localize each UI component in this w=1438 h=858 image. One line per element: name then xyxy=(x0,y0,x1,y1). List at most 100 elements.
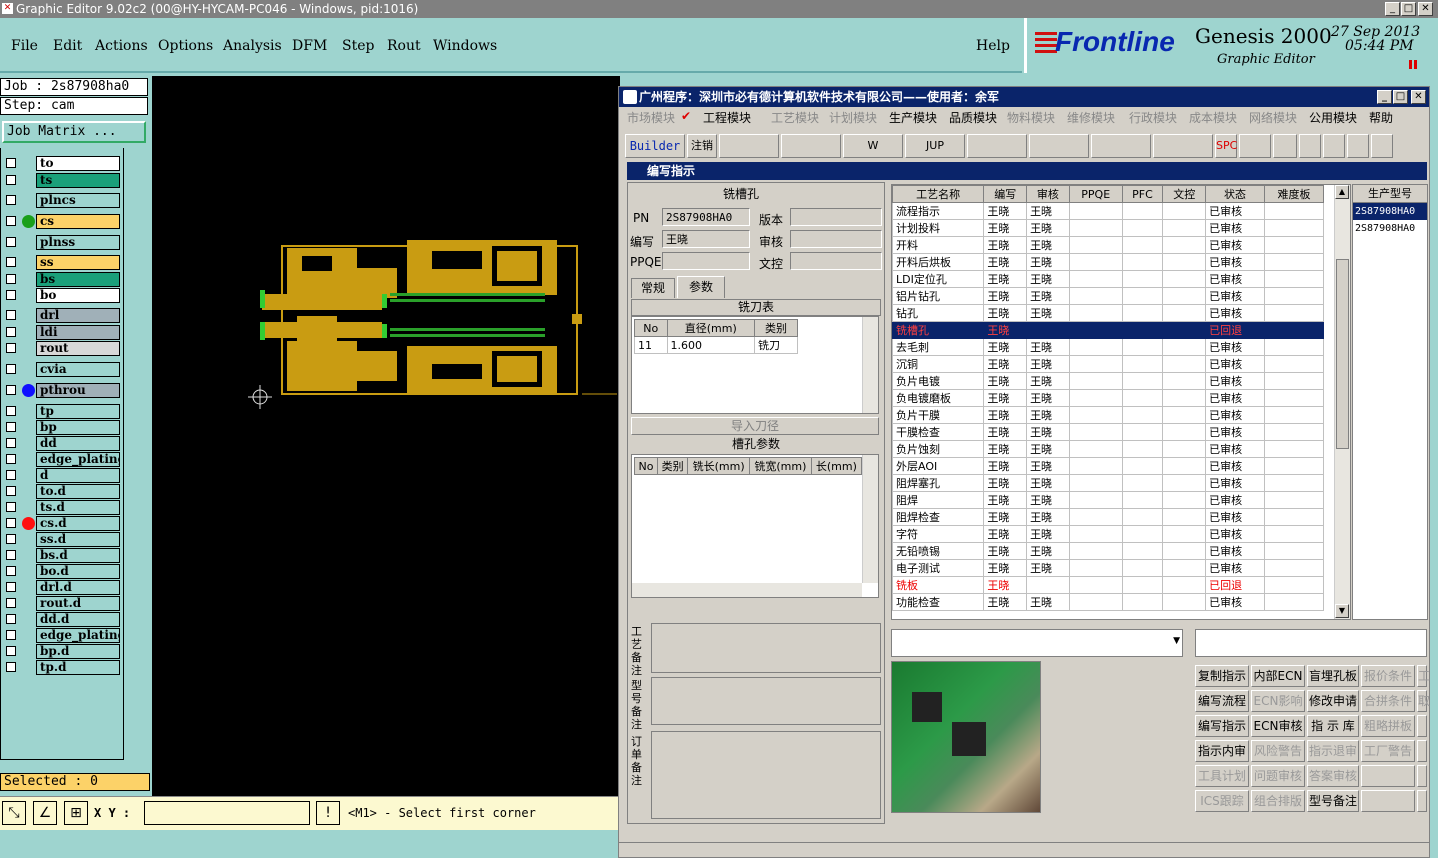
layer-row[interactable]: ldi xyxy=(4,325,120,340)
toolbar-button[interactable] xyxy=(1239,134,1271,158)
table-row[interactable]: 负电镀磨板 王晓 王晓 已审核 xyxy=(892,389,1324,407)
layer-checkbox[interactable] xyxy=(6,566,16,576)
layer-checkbox[interactable] xyxy=(6,438,16,448)
layer-checkbox[interactable] xyxy=(6,310,16,320)
toolbar-button[interactable] xyxy=(1347,134,1369,158)
process-header-cell[interactable]: 审核 xyxy=(1026,185,1070,203)
table-row[interactable]: 功能检查 王晓 王晓 已审核 xyxy=(892,593,1324,611)
layer-row[interactable]: dd.d xyxy=(4,612,120,627)
table-row[interactable]: 计划投料 王晓 王晓 已审核 xyxy=(892,219,1324,237)
dialog-close-button[interactable]: ✕ xyxy=(1411,90,1426,104)
layer-row[interactable]: bs.d xyxy=(4,548,120,563)
layer-row[interactable]: bo.d xyxy=(4,564,120,579)
layer-row[interactable]: ts.d xyxy=(4,500,120,515)
layer-row[interactable]: cs xyxy=(4,214,120,229)
action-button[interactable]: 组合排版 xyxy=(1251,790,1305,812)
layer-row[interactable]: rout.d xyxy=(4,596,120,611)
zoom-tool-icon[interactable]: ⤡ xyxy=(2,801,26,825)
layer-checkbox[interactable] xyxy=(6,534,16,544)
table-row[interactable]: 流程指示 王晓 王晓 已审核 xyxy=(892,202,1324,220)
module-tab[interactable]: 成本模块 xyxy=(1189,109,1237,126)
toolbar-button[interactable] xyxy=(719,134,779,158)
layer-checkbox[interactable] xyxy=(6,614,16,624)
action-button[interactable]: ICS跟踪 xyxy=(1195,790,1249,812)
process-header-cell[interactable]: 工艺名称 xyxy=(892,185,985,203)
action-button[interactable]: 答案审核 xyxy=(1307,765,1359,787)
module-tab[interactable]: 物料模块 xyxy=(1007,109,1055,126)
layer-row[interactable]: tp xyxy=(4,404,120,419)
layer-checkbox[interactable] xyxy=(6,290,16,300)
table-row[interactable]: 外层AOI 王晓 王晓 已审核 xyxy=(892,457,1324,475)
tab-general[interactable]: 常规 xyxy=(631,278,675,298)
module-tab[interactable]: 工程模块 xyxy=(703,109,751,126)
layer-row[interactable]: bp.d xyxy=(4,644,120,659)
action-button[interactable]: ECN影响 xyxy=(1251,690,1305,712)
module-tab[interactable]: 市场模块 xyxy=(627,109,675,126)
table-row[interactable]: 去毛刺 王晓 王晓 已审核 xyxy=(892,338,1324,356)
table-row[interactable]: 铝片钻孔 王晓 王晓 已审核 xyxy=(892,287,1324,305)
layer-checkbox[interactable] xyxy=(6,486,16,496)
process-header-cell[interactable]: 难度板 xyxy=(1264,185,1324,203)
layer-checkbox[interactable] xyxy=(6,274,16,284)
table-row[interactable]: LDI定位孔 王晓 王晓 已审核 xyxy=(892,270,1324,288)
pn-field[interactable] xyxy=(662,208,750,226)
table-row[interactable]: 阻焊 王晓 王晓 已审核 xyxy=(892,491,1324,509)
author-field[interactable] xyxy=(662,230,750,248)
action-button[interactable] xyxy=(1417,715,1427,737)
xy-input[interactable] xyxy=(144,801,310,825)
module-tab[interactable]: 计划模块 xyxy=(829,109,877,126)
action-button[interactable]: 编写流程 xyxy=(1195,690,1249,712)
layer-checkbox[interactable] xyxy=(6,257,16,267)
menu-step[interactable]: Step xyxy=(342,38,374,54)
toolbar-button[interactable] xyxy=(1323,134,1345,158)
action-button[interactable]: 工厂警告 xyxy=(1361,740,1415,762)
layer-checkbox[interactable] xyxy=(6,327,16,337)
dialog-maximize-button[interactable]: □ xyxy=(1393,90,1408,104)
measure-tool-icon[interactable]: ∠ xyxy=(33,801,57,825)
layer-checkbox[interactable] xyxy=(6,630,16,640)
action-button[interactable] xyxy=(1417,765,1427,787)
table-row[interactable]: 无铅喷锡 王晓 王晓 已审核 xyxy=(892,542,1324,560)
toolbar-button[interactable]: W xyxy=(843,134,903,158)
layer-checkbox[interactable] xyxy=(6,385,16,395)
layer-checkbox[interactable] xyxy=(6,158,16,168)
action-button[interactable]: 问题审核 xyxy=(1251,765,1305,787)
scroll-down-icon[interactable]: ▼ xyxy=(1335,604,1349,618)
layer-checkbox[interactable] xyxy=(6,598,16,608)
module-tab[interactable]: 维修模块 xyxy=(1067,109,1115,126)
menu-file[interactable]: File xyxy=(11,38,38,54)
tab-params[interactable]: 参数 xyxy=(677,276,725,298)
module-tab[interactable]: 行政模块 xyxy=(1129,109,1177,126)
action-button[interactable] xyxy=(1361,790,1415,812)
action-button[interactable]: 复制指示 xyxy=(1195,665,1249,687)
layer-row[interactable]: pthrou xyxy=(4,383,120,398)
close-button[interactable]: ✕ xyxy=(1418,2,1433,16)
layer-checkbox[interactable] xyxy=(6,343,16,353)
layer-row[interactable]: ss.d xyxy=(4,532,120,547)
layer-checkbox[interactable] xyxy=(6,662,16,672)
table-row[interactable]: 沉铜 王晓 王晓 已审核 xyxy=(892,355,1324,373)
layer-checkbox[interactable] xyxy=(6,237,16,247)
alert-icon[interactable]: ! xyxy=(316,801,340,825)
layer-checkbox[interactable] xyxy=(6,454,16,464)
layer-row[interactable]: bp xyxy=(4,420,120,435)
menu-dfm[interactable]: DFM xyxy=(292,38,327,54)
layer-row[interactable]: to.d xyxy=(4,484,120,499)
layer-checkbox[interactable] xyxy=(6,470,16,480)
toolbar-button[interactable] xyxy=(1273,134,1297,158)
table-row[interactable]: 阻焊塞孔 王晓 王晓 已审核 xyxy=(892,474,1324,492)
action-button[interactable]: 取 xyxy=(1417,690,1430,712)
layer-row[interactable]: drl xyxy=(4,308,120,323)
filter-dropdown[interactable]: ▼ xyxy=(891,629,1183,657)
search-field[interactable] xyxy=(1195,629,1427,657)
snap-grid-icon[interactable]: ⊞ xyxy=(64,801,88,825)
layer-checkbox[interactable] xyxy=(6,175,16,185)
tool-table-scrollbar[interactable] xyxy=(862,317,878,413)
toolbar-button[interactable] xyxy=(1371,134,1393,158)
table-row[interactable]: 开料 王晓 王晓 已审核 xyxy=(892,236,1324,254)
action-button[interactable]: 型号备注 xyxy=(1307,790,1359,812)
module-tab[interactable]: 网络模块 xyxy=(1249,109,1297,126)
layer-row[interactable]: plnss xyxy=(4,235,120,250)
order-note-box[interactable] xyxy=(651,731,881,819)
layer-row[interactable]: drl.d xyxy=(4,580,120,595)
